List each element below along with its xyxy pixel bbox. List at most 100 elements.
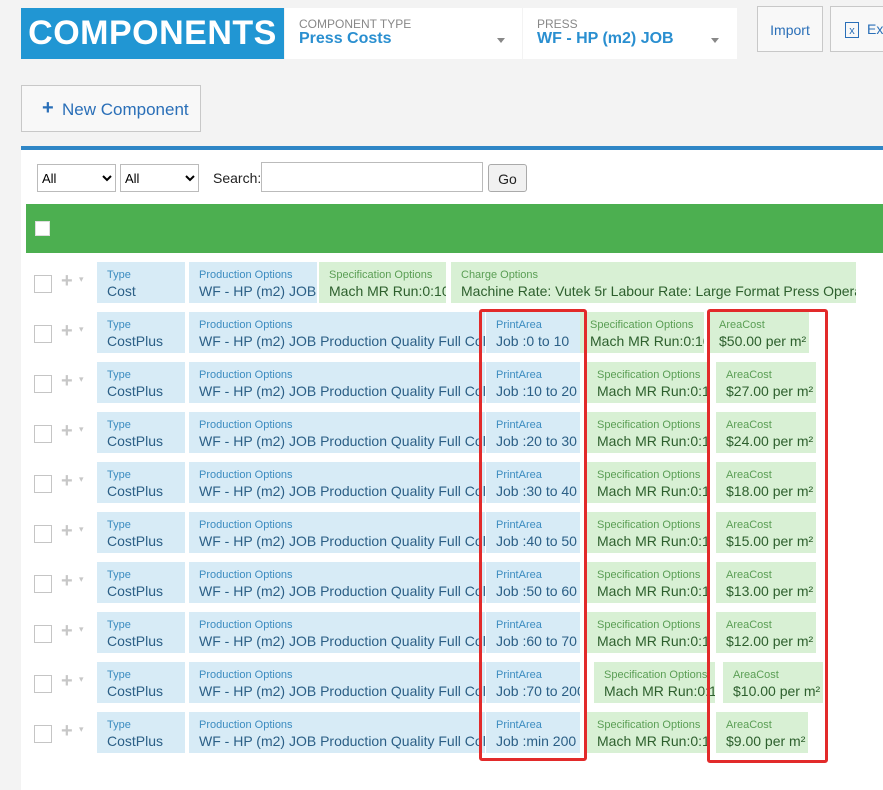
type-cell[interactable]: Type CostPlus	[97, 562, 185, 603]
row-checkbox[interactable]	[34, 475, 52, 493]
specification-options-cell-value: Mach MR Run:0:10	[590, 333, 704, 349]
expand-plus-icon[interactable]: +	[61, 721, 73, 741]
expand-plus-icon[interactable]: +	[61, 271, 73, 291]
caret-down-icon[interactable]: ▾	[79, 574, 84, 585]
production-options-cell-label: Production Options	[199, 419, 293, 431]
import-button[interactable]: Import	[757, 6, 823, 52]
specification-options-cell[interactable]: Specification Options Mach MR Run:0:10	[319, 262, 446, 303]
caret-down-icon[interactable]: ▾	[79, 424, 84, 435]
caret-down-icon[interactable]: ▾	[79, 724, 84, 735]
specification-options-cell-value: Mach MR Run:0:10	[597, 733, 708, 749]
component-type-value: Press Costs	[299, 30, 392, 47]
expand-plus-icon[interactable]: +	[61, 321, 73, 341]
row-checkbox[interactable]	[34, 275, 52, 293]
specification-options-cell[interactable]: Specification Options Mach MR Run:0:10	[587, 562, 708, 603]
production-options-cell-value: WF - HP (m2) JOB Production Quality Full…	[199, 433, 485, 449]
type-cell-label: Type	[107, 519, 131, 531]
caret-down-icon[interactable]: ▾	[79, 524, 84, 535]
row-checkbox[interactable]	[34, 425, 52, 443]
production-options-cell-label: Production Options	[199, 269, 293, 281]
expand-plus-icon[interactable]: +	[61, 421, 73, 441]
production-options-cell[interactable]: Production Options WF - HP (m2) JOB Produ…	[189, 362, 485, 403]
charge-options-cell-value: Machine Rate: Vutek 5r Labour Rate: Larg…	[461, 283, 856, 299]
production-options-cell[interactable]: Production Options WF - HP (m2) JOB Produ…	[189, 512, 485, 553]
select-all-checkbox[interactable]	[35, 221, 50, 236]
type-cell-label: Type	[107, 369, 131, 381]
production-options-cell-label: Production Options	[199, 669, 293, 681]
specification-options-cell[interactable]: Specification Options Mach MR Run:0:10	[580, 312, 704, 353]
row-checkbox[interactable]	[34, 375, 52, 393]
production-options-cell[interactable]: Production Options WF - HP (m2) JOB Produ…	[189, 662, 485, 703]
caret-down-icon[interactable]: ▾	[79, 374, 84, 385]
production-options-cell[interactable]: Production Options WF - HP (m2) JOB Produ…	[189, 712, 485, 753]
row-checkbox[interactable]	[34, 675, 52, 693]
specification-options-cell-value: Mach MR Run:0:10	[597, 533, 708, 549]
row-checkbox[interactable]	[34, 525, 52, 543]
specification-options-cell-label: Specification Options	[597, 719, 701, 731]
expand-plus-icon[interactable]: +	[61, 621, 73, 641]
specification-options-cell-value: Mach MR Run:0:10	[597, 483, 708, 499]
production-options-cell-value: WF - HP (m2) JOB Production Quality Full…	[199, 683, 485, 699]
print-area-highlight	[479, 309, 587, 761]
type-cell-value: CostPlus	[107, 333, 164, 349]
row-checkbox[interactable]	[34, 725, 52, 743]
production-options-cell-label: Production Options	[199, 569, 293, 581]
production-options-cell[interactable]: Production Options WF - HP (m2) JOB Produ…	[189, 462, 485, 503]
caret-down-icon[interactable]: ▾	[79, 324, 84, 335]
type-cell[interactable]: Type CostPlus	[97, 712, 185, 753]
filter-select-1[interactable]: All	[37, 164, 116, 192]
type-cell[interactable]: Type CostPlus	[97, 362, 185, 403]
row-checkbox[interactable]	[34, 625, 52, 643]
type-cell-label: Type	[107, 269, 131, 281]
expand-plus-icon[interactable]: +	[61, 471, 73, 491]
production-options-cell-label: Production Options	[199, 719, 293, 731]
production-options-cell[interactable]: Production Options WF - HP (m2) JOB Produ…	[189, 562, 485, 603]
type-cell[interactable]: Type CostPlus	[97, 612, 185, 653]
production-options-cell[interactable]: Production Options WF - HP (m2) JOB	[189, 262, 317, 303]
type-cell[interactable]: Type CostPlus	[97, 462, 185, 503]
component-type-label: COMPONENT TYPE	[299, 17, 412, 31]
type-cell[interactable]: Type CostPlus	[97, 312, 185, 353]
caret-down-icon[interactable]: ▾	[79, 274, 84, 285]
row-checkbox[interactable]	[34, 325, 52, 343]
type-cell[interactable]: Type CostPlus	[97, 412, 185, 453]
production-options-cell[interactable]: Production Options WF - HP (m2) JOB Produ…	[189, 612, 485, 653]
filter-select-2[interactable]: All	[120, 164, 199, 192]
component-type-dropdown[interactable]: COMPONENT TYPE Press Costs	[285, 8, 522, 59]
specification-options-cell[interactable]: Specification Options Mach MR Run:0:10	[587, 512, 708, 553]
production-options-cell-value: WF - HP (m2) JOB Production Quality Full…	[199, 583, 485, 599]
specification-options-cell[interactable]: Specification Options Mach MR Run:0:10	[587, 712, 708, 753]
caret-down-icon[interactable]: ▾	[79, 624, 84, 635]
search-label: Search:	[213, 170, 262, 186]
specification-options-cell[interactable]: Specification Options Mach MR Run:0:10	[587, 612, 708, 653]
expand-plus-icon[interactable]: +	[61, 671, 73, 691]
row-checkbox[interactable]	[34, 575, 52, 593]
type-cell[interactable]: Type CostPlus	[97, 512, 185, 553]
production-options-cell[interactable]: Production Options WF - HP (m2) JOB Produ…	[189, 412, 485, 453]
charge-options-cell[interactable]: Charge Options Machine Rate: Vutek 5r Lab…	[451, 262, 856, 303]
expand-plus-icon[interactable]: +	[61, 571, 73, 591]
production-options-cell-value: WF - HP (m2) JOB Production Quality Full…	[199, 633, 485, 649]
specification-options-cell[interactable]: Specification Options Mach MR Run:0:10	[587, 362, 708, 403]
specification-options-cell[interactable]: Specification Options Mach MR Run:0:10	[587, 462, 708, 503]
specification-options-cell-value: Mach MR Run:0:10	[597, 633, 708, 649]
page-title: COMPONENTS	[21, 8, 284, 59]
type-cell-value: CostPlus	[107, 683, 164, 699]
export-button[interactable]: x Ex	[830, 6, 883, 52]
table-header-bar	[26, 204, 883, 253]
caret-down-icon[interactable]: ▾	[79, 674, 84, 685]
specification-options-cell-value: Mach MR Run:0:10	[329, 283, 446, 299]
type-cell[interactable]: Type Cost	[97, 262, 185, 303]
press-dropdown[interactable]: PRESS WF - HP (m2) JOB	[523, 8, 737, 59]
specification-options-cell[interactable]: Specification Options Mach MR Run:0:10	[587, 412, 708, 453]
caret-down-icon[interactable]: ▾	[79, 474, 84, 485]
production-options-cell[interactable]: Production Options WF - HP (m2) JOB Produ…	[189, 312, 485, 353]
new-component-button[interactable]: + New Component	[21, 85, 201, 132]
search-input[interactable]	[261, 162, 483, 192]
go-button[interactable]: Go	[488, 164, 527, 192]
expand-plus-icon[interactable]: +	[61, 521, 73, 541]
type-cell-value: CostPlus	[107, 733, 164, 749]
type-cell[interactable]: Type CostPlus	[97, 662, 185, 703]
expand-plus-icon[interactable]: +	[61, 371, 73, 391]
specification-options-cell[interactable]: Specification Options Mach MR Run:0:10	[594, 662, 715, 703]
